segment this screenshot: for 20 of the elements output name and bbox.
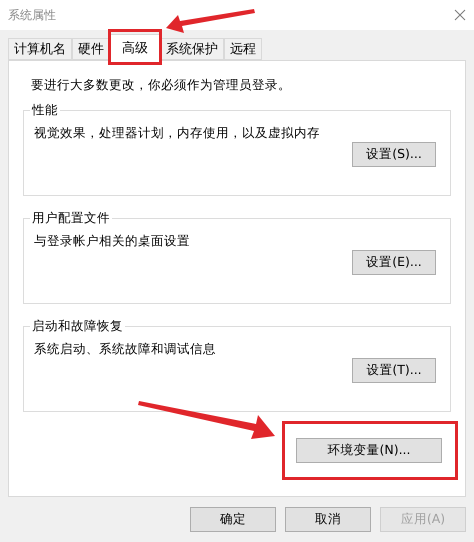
group-description: 与登录帐户相关的桌面设置 [34,233,191,250]
tab[interactable]: 计算机名 [8,38,72,60]
settings-button[interactable]: 设置(E)... [352,250,436,275]
tab[interactable]: 高级 [110,34,160,61]
close-icon[interactable] [454,9,466,21]
tab[interactable]: 硬件 [72,38,110,60]
dialog-button[interactable]: 确定 [190,507,276,532]
environment-variables-button[interactable]: 环境变量(N)... [296,438,442,463]
settings-button[interactable]: 设置(T)... [352,358,436,383]
group-title: 启动和故障恢复 [31,318,124,335]
admin-notice: 要进行大多数更改，你必须作为管理员登录。 [31,77,292,94]
group-description: 系统启动、系统故障和调试信息 [34,341,217,358]
tab[interactable]: 系统保护 [160,38,224,60]
tab[interactable]: 远程 [224,38,262,60]
settings-button[interactable]: 设置(S)... [352,142,436,167]
group-title: 性能 [30,102,59,119]
dialog-button[interactable]: 取消 [285,507,371,532]
group-description: 视觉效果，处理器计划，内存使用，以及虚拟内存 [34,125,321,142]
window-title: 系统属性 [8,6,56,24]
group-title: 用户配置文件 [31,210,111,227]
